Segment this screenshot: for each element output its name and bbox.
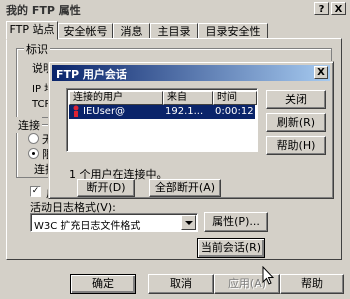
- session-row[interactable]: IEUser@ 192.1... 0:00:12: [69, 105, 255, 119]
- tab-home-directory[interactable]: 主目录: [150, 23, 198, 39]
- disconnect-button[interactable]: 断开(D): [77, 179, 135, 197]
- dialog-help-button[interactable]: 帮助(H): [266, 136, 326, 155]
- dialog-close-title-button[interactable]: X: [314, 66, 328, 79]
- disconnect-all-button[interactable]: 全部断开(A): [149, 179, 221, 197]
- connection-group-label: 连接: [16, 117, 42, 133]
- log-format-value: W3C 扩充日志文件格式: [34, 221, 141, 232]
- unlimited-radio[interactable]: [28, 133, 39, 144]
- ftp-user-sessions-dialog: FTP 用户会话 X 连接的用户 来自 时间 IEUser@ 192.1... …: [48, 61, 334, 199]
- ok-button[interactable]: 确定: [70, 274, 136, 294]
- mouse-pointer-icon: [262, 265, 275, 289]
- close-title-button[interactable]: X: [331, 2, 346, 15]
- log-properties-button[interactable]: 属性(P)...: [204, 212, 268, 232]
- title-bar[interactable]: 我的 FTP 属性 ? X: [0, 0, 350, 18]
- refresh-button[interactable]: 刷新(R): [266, 113, 326, 132]
- session-from: 192.1...: [165, 106, 204, 117]
- help-button[interactable]: 帮助: [280, 274, 344, 294]
- session-time: 0:00:12: [215, 106, 254, 117]
- help-title-button[interactable]: ?: [314, 2, 329, 15]
- column-header-from[interactable]: 来自: [163, 91, 213, 105]
- column-header-user[interactable]: 连接的用户: [69, 91, 163, 105]
- chevron-down-icon[interactable]: [181, 215, 196, 230]
- log-format-select[interactable]: W3C 扩充日志文件格式: [30, 213, 198, 232]
- tab-ftp-site[interactable]: FTP 站点: [6, 21, 58, 40]
- session-user: IEUser@: [83, 106, 126, 117]
- identity-group-label: 标识: [24, 41, 50, 57]
- tab-directory-security[interactable]: 目录安全性: [198, 23, 268, 39]
- limited-radio[interactable]: [28, 148, 39, 159]
- window-title: 我的 FTP 属性: [6, 4, 81, 17]
- cancel-button[interactable]: 取消: [148, 274, 214, 294]
- dialog-title: FTP 用户会话: [56, 68, 127, 81]
- current-sessions-button[interactable]: 当前会话(R): [197, 238, 265, 258]
- tab-security-accounts[interactable]: 安全帐号: [58, 23, 113, 39]
- tab-messages[interactable]: 消息: [113, 23, 150, 39]
- enable-logging-checkbox[interactable]: ✓: [30, 186, 41, 197]
- sessions-list[interactable]: 连接的用户 来自 时间 IEUser@ 192.1... 0:00:12: [66, 88, 258, 152]
- column-header-time[interactable]: 时间: [213, 91, 257, 105]
- dialog-close-button[interactable]: 关闭: [266, 90, 326, 109]
- user-icon: [71, 105, 81, 120]
- dialog-title-bar[interactable]: FTP 用户会话 X: [52, 65, 330, 81]
- ftp-properties-window: 我的 FTP 属性 ? X FTP 站点 安全帐号 消息 主目录 目录安全性 标…: [0, 0, 350, 299]
